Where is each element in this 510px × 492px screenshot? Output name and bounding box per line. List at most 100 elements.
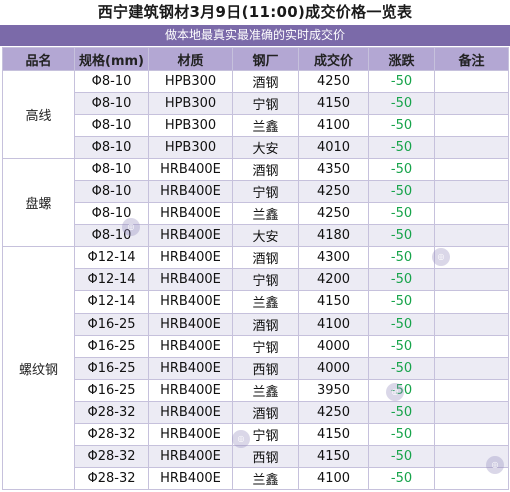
spec-cell: Φ8-10 [74,114,149,138]
change-cell: -50 [368,246,435,270]
mill-cell: 兰鑫 [232,466,299,491]
header-price: 成交价 [298,47,369,71]
spec-cell: Φ28-32 [74,400,149,424]
table-row: Φ8-10 HPB300 宁钢 4150 -50 [3,92,509,116]
price-cell: 4200 [298,268,369,292]
price-cell: 4300 [298,246,369,270]
note-cell [434,202,509,226]
change-cell: -50 [368,136,435,160]
price-cell: 4010 [298,136,369,160]
mill-cell: 西钢 [232,444,299,468]
note-cell [434,92,509,116]
category-cell: 高线 [2,69,75,160]
change-cell: -50 [368,400,435,424]
table-row: Φ16-25 HRB400E 酒钢 4100 -50 [3,312,509,336]
spec-cell: Φ12-14 [74,246,149,270]
header-change: 涨跌 [368,47,435,71]
note-cell [434,158,509,182]
mill-cell: 兰鑫 [232,114,299,138]
price-sheet: 西宁建筑钢材3月9日(11:00)成交价格一览表 做本地最真实最准确的实时成交价… [0,0,510,492]
change-cell: -50 [368,444,435,468]
watermark-logo-icon: ◎ [232,430,250,448]
change-cell: -50 [368,422,435,446]
spec-cell: Φ12-14 [74,290,149,314]
change-cell: -50 [368,224,435,248]
spec-cell: Φ8-10 [74,92,149,116]
price-cell: 4250 [298,69,369,94]
price-cell: 4150 [298,92,369,116]
page-title: 西宁建筑钢材3月9日(11:00)成交价格一览表 [0,0,510,25]
price-cell: 4100 [298,312,369,336]
table-body: 高线 Φ8-10 HPB300 酒钢 4250 -50 Φ8-10 HPB300 宁钢 4150-… [2,69,509,491]
note-cell [434,422,509,446]
mill-cell: 兰鑫 [232,202,299,226]
header-mill: 钢厂 [232,47,299,71]
header-material: 材质 [148,47,233,71]
material-cell: HRB400E [148,224,233,248]
material-cell: HRB400E [148,202,233,226]
note-cell [434,114,509,138]
price-cell: 4250 [298,180,369,204]
price-cell: 3950 [298,378,369,402]
table-row: Φ8-10 HRB400E 兰鑫 4250 -50 [3,202,509,226]
change-cell: -50 [368,356,435,380]
note-cell [434,268,509,292]
spec-cell: Φ12-14 [74,268,149,292]
spec-cell: Φ28-32 [74,444,149,468]
mill-cell: 大安 [232,136,299,160]
category-cell: 盘螺 [2,158,75,248]
mill-cell: 宁钢 [232,268,299,292]
table-row: Φ28-32 HRB400E 酒钢 4250 -50 [3,400,509,424]
spec-cell: Φ28-32 [74,422,149,446]
change-cell: -50 [368,69,435,94]
change-cell: -50 [368,202,435,226]
table-row: Φ28-32 HRB400E 兰鑫 4100 -50 [3,466,509,491]
note-cell [434,69,509,94]
watermark-logo-icon: ◎ [432,248,450,266]
table-row: Φ28-32 HRB400E 宁钢 4150 -50 [3,422,509,446]
note-cell [434,400,509,424]
mill-cell: 酒钢 [232,158,299,182]
material-cell: HRB400E [148,312,233,336]
watermark-logo-icon: ◎ [386,383,404,401]
material-cell: HRB400E [148,268,233,292]
mill-cell: 大安 [232,224,299,248]
spec-cell: Φ8-10 [74,69,149,94]
spec-cell: Φ28-32 [74,466,149,491]
price-cell: 4250 [298,202,369,226]
table-row: Φ8-10 HPB300 兰鑫 4100 -50 [3,114,509,138]
table-row: Φ28-32 HRB400E 西钢 4150 -50 [3,444,509,468]
change-cell: -50 [368,334,435,358]
price-cell: 4100 [298,114,369,138]
mill-cell: 酒钢 [232,312,299,336]
price-cell: 4100 [298,466,369,491]
mill-cell: 酒钢 [232,246,299,270]
price-cell: 4150 [298,290,369,314]
category-cell: 螺纹钢 [2,246,75,490]
header-note: 备注 [434,47,509,71]
spec-cell: Φ8-10 [74,136,149,160]
table-row: Φ16-25 HRB400E 西钢 4000 -50 [3,356,509,380]
material-cell: HPB300 [148,69,233,94]
change-cell: -50 [368,312,435,336]
header-category: 品名 [2,47,75,71]
mill-cell: 酒钢 [232,69,299,94]
mill-cell: 兰鑫 [232,290,299,314]
material-cell: HRB400E [148,378,233,402]
change-cell: -50 [368,268,435,292]
table-row: 高线 Φ8-10 HPB300 酒钢 4250 -50 [2,69,509,160]
page-subtitle: 做本地最真实最准确的实时成交价 [0,25,510,46]
change-cell: -50 [368,290,435,314]
change-cell: -50 [368,92,435,116]
material-cell: HPB300 [148,92,233,116]
change-cell: -50 [368,466,435,491]
note-cell [434,180,509,204]
spec-cell: Φ8-10 [74,158,149,182]
material-cell: HRB400E [148,246,233,270]
material-cell: HRB400E [148,158,233,182]
spec-cell: Φ16-25 [74,334,149,358]
mill-cell: 西钢 [232,356,299,380]
price-cell: 4180 [298,224,369,248]
mill-cell: 宁钢 [232,92,299,116]
price-cell: 4000 [298,334,369,358]
